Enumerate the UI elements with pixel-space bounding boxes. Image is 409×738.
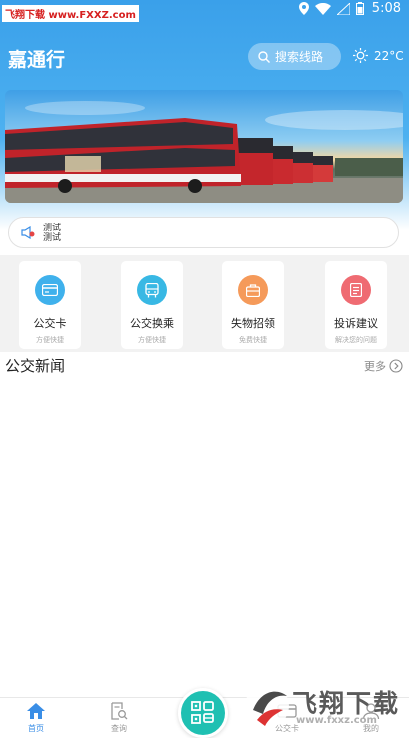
chevron-right-circle-icon	[389, 359, 403, 373]
menu-label: 失物招领	[231, 317, 275, 330]
notice-text: 测试 测试	[43, 223, 61, 243]
tab-label: 查询	[111, 724, 127, 733]
menu-subtitle: 方便快捷	[138, 336, 166, 344]
menu-subtitle: 方便快捷	[36, 336, 64, 344]
search-route-button[interactable]: 搜索线路	[248, 43, 341, 70]
status-bar: 飞翔下载 www.FXXZ.com 5:08	[0, 0, 409, 22]
tab-label: 首页	[28, 724, 44, 733]
more-label: 更多	[364, 360, 386, 373]
news-section-title: 公交新闻	[5, 357, 66, 375]
search-icon	[258, 50, 270, 63]
lost-found-icon	[238, 275, 268, 305]
temperature: 22°C	[374, 48, 404, 63]
bus-transfer-icon	[137, 275, 167, 305]
search-label: 搜索线路	[275, 50, 324, 64]
home-icon	[27, 703, 45, 719]
menu-label: 公交换乘	[130, 317, 174, 330]
status-time: 5:08	[371, 1, 401, 16]
menu-bus-transfer[interactable]: 公交换乘 方便快捷	[121, 261, 183, 349]
tab-home[interactable]: 首页	[6, 702, 66, 734]
tab-query[interactable]: 查询	[89, 702, 149, 734]
quick-menu: 公交卡 方便快捷 公交换乘 方便快捷 失物招领 免费快捷 投诉建议 解决您的问题	[0, 255, 409, 352]
menu-label: 公交卡	[33, 317, 67, 330]
menu-complaint[interactable]: 投诉建议 解决您的问题	[325, 261, 387, 349]
notice-bar[interactable]: 测试 测试	[8, 217, 399, 248]
battery-icon	[355, 2, 364, 15]
bus-card-icon	[35, 275, 65, 305]
menu-bus-card[interactable]: 公交卡 方便快捷	[19, 261, 81, 349]
bus-photo	[5, 101, 403, 203]
watermark-url: www.fxxz.com	[296, 715, 377, 726]
document-search-icon	[111, 702, 128, 720]
app-title: 嘉通行	[8, 49, 66, 71]
menu-label: 投诉建议	[334, 317, 378, 330]
megaphone-icon	[21, 226, 35, 239]
top-watermark: 飞翔下载 www.FXXZ.com	[2, 5, 139, 22]
sun-icon	[353, 48, 368, 63]
banner-image[interactable]	[5, 90, 403, 203]
complaint-icon	[341, 275, 371, 305]
menu-subtitle: 免费快捷	[239, 336, 267, 344]
wifi-icon	[314, 2, 331, 15]
notice-line: 测试	[43, 222, 62, 233]
qr-scan-button[interactable]	[178, 688, 228, 738]
weather: 22°C	[353, 48, 404, 63]
news-more-link[interactable]: 更多	[364, 358, 403, 374]
notice-line: 测试	[43, 232, 62, 243]
location-icon	[298, 2, 309, 15]
qr-code-bus-icon	[191, 701, 214, 724]
signal-icon	[336, 2, 350, 15]
menu-subtitle: 解决您的问题	[335, 336, 377, 344]
menu-lost-found[interactable]: 失物招领 免费快捷	[222, 261, 284, 349]
status-icons: 5:08	[298, 1, 401, 16]
